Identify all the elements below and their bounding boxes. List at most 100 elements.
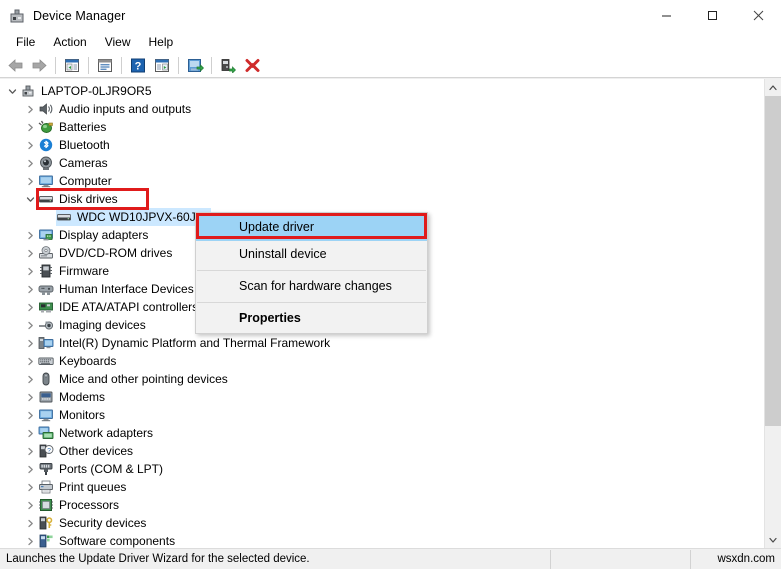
scroll-down-arrow-icon[interactable]	[765, 531, 781, 548]
tree-node-label: Mice and other pointing devices	[59, 372, 228, 386]
chevron-right-icon[interactable]	[22, 533, 38, 548]
tree-item-cameras[interactable]: Cameras	[0, 154, 764, 172]
status-message: Launches the Update Driver Wizard for th…	[6, 552, 310, 565]
content-area: LAPTOP-0LJR9OR5 Audio inputs and outputs	[0, 78, 781, 548]
chevron-right-icon[interactable]	[22, 263, 38, 279]
tree-item-monitors[interactable]: Monitors	[0, 406, 764, 424]
device-tree[interactable]: LAPTOP-0LJR9OR5 Audio inputs and outputs	[0, 79, 764, 548]
mouse-icon	[38, 371, 54, 387]
show-hide-console-tree-icon[interactable]	[60, 54, 84, 76]
scrollbar-track[interactable]	[765, 96, 781, 531]
port-icon	[38, 461, 54, 477]
chevron-right-icon[interactable]	[22, 479, 38, 495]
chevron-right-icon[interactable]	[22, 371, 38, 387]
chevron-right-icon[interactable]	[22, 173, 38, 189]
tree-item-ports-com-lpt[interactable]: Ports (COM & LPT)	[0, 460, 764, 478]
uninstall-device-icon[interactable]	[240, 54, 264, 76]
help-icon[interactable]: ?	[126, 54, 150, 76]
properties-icon[interactable]	[93, 54, 117, 76]
tree-item-bluetooth[interactable]: Bluetooth	[0, 136, 764, 154]
tree-item-disk-drives[interactable]: Disk drives	[0, 190, 764, 208]
show-hide-action-pane-icon[interactable]	[150, 54, 174, 76]
tree-item-processors[interactable]: Processors	[0, 496, 764, 514]
chevron-right-icon[interactable]	[22, 497, 38, 513]
context-menu-item-scan-for-hardware-changes[interactable]: Scan for hardware changes	[196, 273, 427, 300]
chevron-right-icon[interactable]	[22, 245, 38, 261]
tree-node-label: DVD/CD-ROM drives	[59, 246, 173, 260]
chevron-down-icon[interactable]	[22, 191, 38, 207]
tree-item-audio-inputs-and-outputs[interactable]: Audio inputs and outputs	[0, 100, 764, 118]
context-menu[interactable]: Update driver Uninstall device Scan for …	[195, 212, 428, 334]
chevron-right-icon[interactable]	[22, 137, 38, 153]
minimize-button[interactable]	[643, 0, 689, 31]
firmware-icon	[38, 263, 54, 279]
chevron-right-icon[interactable]	[22, 515, 38, 531]
other-device-icon: ?	[38, 443, 54, 459]
scan-for-hardware-changes-icon[interactable]	[183, 54, 207, 76]
tree-item-print-queues[interactable]: Print queues	[0, 478, 764, 496]
chevron-right-icon[interactable]	[22, 155, 38, 171]
close-button[interactable]	[735, 0, 781, 31]
chevron-right-icon[interactable]	[22, 281, 38, 297]
chevron-right-icon[interactable]	[22, 317, 38, 333]
chevron-right-icon[interactable]	[22, 101, 38, 117]
tree-node-label: Display adapters	[59, 228, 149, 242]
tree-root-node[interactable]: LAPTOP-0LJR9OR5	[0, 82, 764, 100]
chevron-right-icon[interactable]	[22, 353, 38, 369]
tree-node-label: LAPTOP-0LJR9OR5	[41, 84, 152, 98]
disk-drive-icon	[38, 191, 54, 207]
menu-help[interactable]: Help	[140, 32, 183, 52]
network-adapter-icon	[38, 425, 54, 441]
modem-icon	[38, 389, 54, 405]
chevron-right-icon[interactable]	[22, 389, 38, 405]
context-menu-item-uninstall-device[interactable]: Uninstall device	[196, 241, 427, 268]
chevron-right-icon[interactable]	[22, 227, 38, 243]
tree-node-label: Software components	[59, 534, 176, 548]
status-middle-panel	[550, 549, 690, 569]
tree-node-label: Audio inputs and outputs	[59, 102, 192, 116]
tree-node-label: Imaging devices	[59, 318, 146, 332]
scroll-up-arrow-icon[interactable]	[765, 79, 781, 96]
tree-node-label: Security devices	[59, 516, 147, 530]
menu-file[interactable]: File	[7, 32, 44, 52]
update-driver-icon[interactable]	[216, 54, 240, 76]
back-arrow-icon[interactable]	[3, 54, 27, 76]
menu-bar: File Action View Help	[0, 31, 781, 53]
camera-icon	[38, 155, 54, 171]
tree-node-label: Processors	[59, 498, 120, 512]
tree-node-label: Firmware	[59, 264, 109, 278]
context-menu-item-properties[interactable]: Properties	[196, 305, 427, 332]
tree-item-batteries[interactable]: Batteries	[0, 118, 764, 136]
vertical-scrollbar[interactable]	[764, 79, 781, 548]
chevron-right-icon[interactable]	[22, 335, 38, 351]
chevron-right-icon[interactable]	[22, 299, 38, 315]
tree-item-other-devices[interactable]: ? Other devices	[0, 442, 764, 460]
chevron-right-icon[interactable]	[22, 461, 38, 477]
device-manager-icon	[9, 8, 25, 24]
scrollbar-thumb[interactable]	[765, 96, 781, 426]
tree-item-modems[interactable]: Modems	[0, 388, 764, 406]
menu-action[interactable]: Action	[44, 32, 95, 52]
forward-arrow-icon[interactable]	[27, 54, 51, 76]
tree-node-label: Ports (COM & LPT)	[59, 462, 164, 476]
chevron-down-icon[interactable]	[4, 83, 20, 99]
chevron-right-icon[interactable]	[22, 119, 38, 135]
chevron-right-icon[interactable]	[22, 407, 38, 423]
tree-item-computer[interactable]: Computer	[0, 172, 764, 190]
tree-item-mice-and-other-pointing-devices[interactable]: Mice and other pointing devices	[0, 370, 764, 388]
chevron-right-icon[interactable]	[22, 443, 38, 459]
tree-item-keyboards[interactable]: Keyboards	[0, 352, 764, 370]
tree-item-software-components[interactable]: Software components	[0, 532, 764, 548]
tree-item-network-adapters[interactable]: Network adapters	[0, 424, 764, 442]
monitor-icon	[38, 407, 54, 423]
tree-node-label: Batteries	[59, 120, 107, 134]
chevron-right-icon[interactable]	[22, 425, 38, 441]
maximize-button[interactable]	[689, 0, 735, 31]
tree-item-security-devices[interactable]: Security devices	[0, 514, 764, 532]
tree-node-label: Bluetooth	[59, 138, 110, 152]
menu-view[interactable]: View	[96, 32, 140, 52]
context-menu-item-update-driver[interactable]: Update driver	[196, 214, 427, 241]
speaker-icon	[38, 101, 54, 117]
battery-icon	[38, 119, 54, 135]
tree-item-intel-dynamic-platform-and-thermal-framework[interactable]: Intel(R) Dynamic Platform and Thermal Fr…	[0, 334, 764, 352]
